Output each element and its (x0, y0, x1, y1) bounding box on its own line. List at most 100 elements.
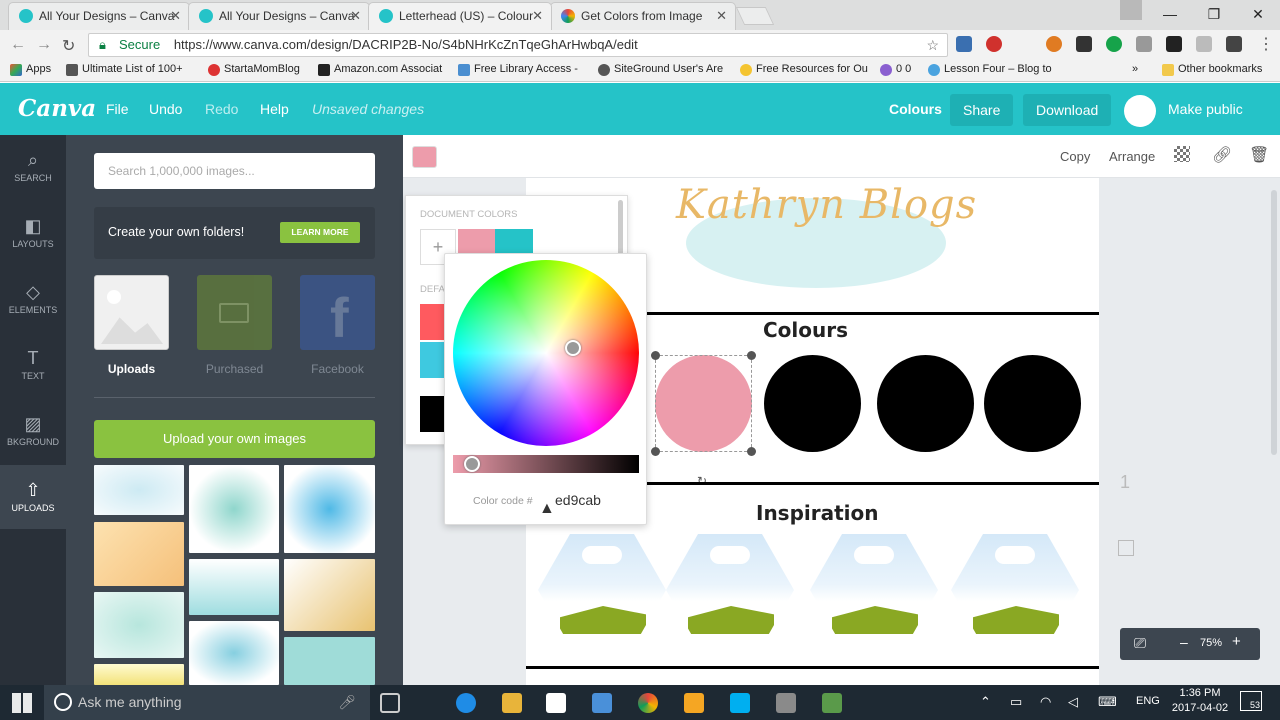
make-public-label[interactable]: Make public (1168, 101, 1243, 117)
skype-icon[interactable] (730, 693, 750, 713)
file-explorer-icon[interactable] (502, 693, 522, 713)
bookmark[interactable]: StartaMomBlog (208, 63, 300, 76)
color-swatch-button[interactable] (412, 146, 437, 168)
canva-logo[interactable]: Canva (18, 95, 96, 122)
bookmark[interactable]: Free Resources for Ou (740, 63, 868, 76)
browser-tab[interactable]: All Your Designs – Canva ✕ (188, 2, 370, 30)
extension-icon[interactable] (1196, 36, 1212, 52)
battery-icon[interactable]: ▭ (1010, 694, 1022, 710)
hexagon-image-frame[interactable] (538, 534, 666, 646)
uploaded-image-thumbnail[interactable] (284, 637, 375, 685)
facebook-folder-tile[interactable]: f (300, 275, 375, 350)
rail-background[interactable]: ▨ BKGROUND (0, 399, 66, 463)
purchased-folder-tile[interactable] (197, 275, 272, 350)
colours-heading[interactable]: Colours (763, 318, 848, 342)
forward-icon[interactable]: → (36, 36, 52, 54)
present-icon[interactable]: ⎚ (1134, 635, 1146, 652)
bookmark[interactable]: SiteGround User's Are (598, 63, 723, 76)
inspiration-heading[interactable]: Inspiration (756, 501, 879, 525)
bookmark-apps[interactable]: Apps (10, 63, 51, 76)
transparency-icon[interactable] (1174, 146, 1190, 162)
uploaded-image-thumbnail[interactable] (94, 664, 184, 685)
shade-slider[interactable] (453, 455, 639, 473)
clock[interactable]: 1:36 PM 2017-04-02 (1165, 686, 1235, 716)
redo-button[interactable]: Redo (205, 101, 238, 117)
rotate-icon[interactable]: ↻ (697, 474, 707, 488)
scrollbar[interactable] (618, 200, 623, 260)
hexagon-image-frame[interactable] (951, 534, 1079, 646)
uploaded-image-thumbnail[interactable] (189, 465, 279, 553)
dropbox-icon[interactable] (592, 693, 612, 713)
resize-handle[interactable] (651, 447, 660, 456)
bookmark-folder[interactable]: Other bookmarks (1162, 63, 1262, 76)
minimize-icon[interactable]: — (1148, 0, 1192, 28)
download-button[interactable]: Download (1023, 94, 1112, 126)
rail-elements[interactable]: ◇ ELEMENTS (0, 267, 66, 331)
extension-icon[interactable] (1076, 36, 1092, 52)
buffer-icon[interactable] (1166, 36, 1182, 52)
rail-search[interactable]: ⌕ SEARCH (0, 135, 66, 199)
close-icon[interactable]: ✕ (532, 3, 543, 29)
uploaded-image-thumbnail[interactable] (189, 559, 279, 615)
zoom-out-button[interactable]: – (1180, 634, 1188, 650)
browser-tab[interactable]: All Your Designs – Canva ✕ (8, 2, 190, 30)
shade-slider-knob[interactable] (464, 456, 480, 472)
divider-line[interactable] (526, 666, 1099, 669)
reload-icon[interactable]: ↻ (62, 36, 75, 56)
menu-icon[interactable]: ⋮ (1258, 34, 1274, 54)
zoom-in-button[interactable]: + (1232, 633, 1241, 650)
bookmark[interactable]: Free Library Access - (458, 63, 578, 76)
blog-title[interactable]: Kathryn Blogs (676, 182, 977, 228)
link-icon[interactable]: 🔗︎ (1212, 145, 1232, 165)
profile-icon[interactable] (1120, 0, 1142, 20)
close-icon[interactable]: ✕ (170, 3, 181, 29)
color-wheel-knob[interactable] (565, 340, 581, 356)
uploaded-image-thumbnail[interactable] (284, 465, 375, 553)
make-public-toggle[interactable] (1124, 95, 1156, 127)
resize-handle[interactable] (651, 351, 660, 360)
app-icon[interactable] (684, 693, 704, 713)
url-input[interactable]: 🔒︎ Secure https://www.canva.com/design/D… (88, 33, 948, 57)
pinterest-icon[interactable] (986, 36, 1002, 52)
share-button[interactable]: Share (950, 94, 1014, 126)
resize-handle[interactable] (747, 351, 756, 360)
hexagon-image-frame[interactable] (666, 534, 794, 646)
windows-start-icon[interactable] (12, 693, 32, 713)
bookmark[interactable]: 0 0 (880, 63, 911, 76)
store-icon[interactable] (546, 693, 566, 713)
upload-images-button[interactable]: Upload your own images (94, 420, 375, 458)
color-circle[interactable] (877, 355, 974, 452)
chrome-icon[interactable] (638, 693, 658, 713)
microphone-icon[interactable]: 🎤︎ (338, 685, 356, 720)
rail-uploads[interactable]: ⇧ UPLOADS (0, 465, 66, 529)
browser-tab-active[interactable]: Letterhead (US) – Colour ✕ (368, 2, 552, 30)
uploaded-image-thumbnail[interactable] (94, 522, 184, 586)
rail-layouts[interactable]: ◧ LAYOUTS (0, 201, 66, 265)
resize-handle[interactable] (747, 447, 756, 456)
rail-text[interactable]: T TEXT (0, 333, 66, 397)
extension-icon[interactable] (1046, 36, 1062, 52)
new-tab-button[interactable] (735, 7, 775, 25)
cortana-search[interactable]: Ask me anything 🎤︎ (44, 685, 370, 720)
maximize-icon[interactable]: ❐ (1192, 0, 1236, 28)
color-circle[interactable] (984, 355, 1081, 452)
extension-icon[interactable] (956, 36, 972, 52)
arrange-button[interactable]: Arrange (1109, 149, 1155, 164)
duplicate-page-icon[interactable] (1118, 540, 1134, 556)
scrollbar[interactable] (1271, 190, 1277, 455)
close-icon[interactable]: ✕ (716, 3, 727, 29)
chevron-right-icon[interactable]: » (1132, 63, 1138, 75)
uploaded-image-thumbnail[interactable] (189, 621, 279, 685)
browser-tab[interactable]: Get Colors from Image ✕ (550, 2, 736, 30)
bookmark[interactable]: Lesson Four – Blog to (928, 63, 1052, 76)
color-wheel[interactable] (453, 260, 639, 446)
language-indicator[interactable]: ENG (1136, 695, 1160, 707)
extension-icon[interactable] (1136, 36, 1152, 52)
app-icon[interactable] (822, 693, 842, 713)
learn-more-button[interactable]: LEARN MORE (280, 222, 360, 243)
bookmark[interactable]: Amazon.com Associat (318, 63, 442, 76)
image-search-input[interactable]: Search 1,000,000 images... (94, 153, 375, 189)
close-icon[interactable]: ✕ (350, 3, 361, 29)
edge-icon[interactable] (456, 693, 476, 713)
color-circle[interactable] (764, 355, 861, 452)
